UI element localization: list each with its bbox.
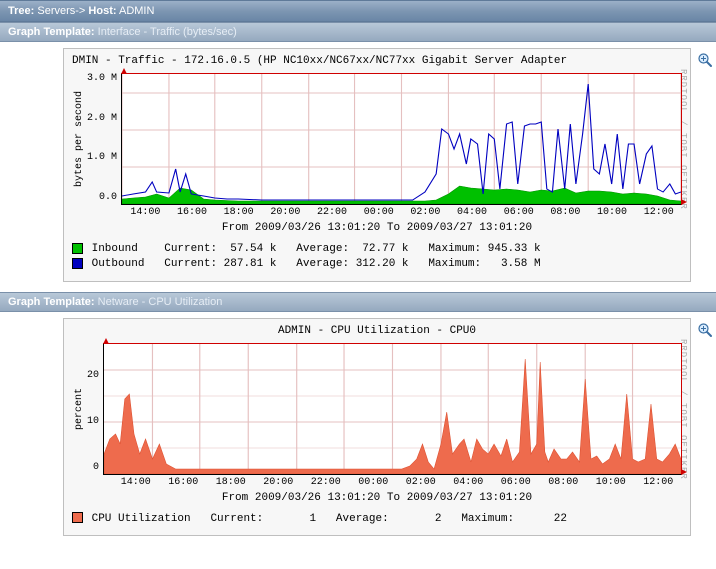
graph-cpu: RRDTOOL / TOBI OETIKER ADMIN - CPU Utili… [63, 318, 691, 536]
time-range: From 2009/03/26 13:01:20 To 2009/03/27 1… [72, 222, 682, 234]
graph-traffic: RRDTOOL / TOBI OETIKER DMIN - Traffic - … [63, 48, 691, 282]
time-range: From 2009/03/26 13:01:20 To 2009/03/27 1… [72, 492, 682, 504]
y-axis-label: bytes per second [72, 73, 87, 205]
y-axis-label: percent [72, 343, 87, 475]
legend-swatch-inbound [72, 243, 83, 254]
plot-area [103, 343, 682, 475]
legend-swatch-cpu [72, 512, 83, 523]
graph-row-cpu: RRDTOOL / TOBI OETIKER ADMIN - CPU Utili… [0, 312, 716, 546]
tree-value: Servers-> [37, 5, 85, 17]
host-value: ADMIN [119, 5, 154, 17]
zoom-icon[interactable] [697, 52, 713, 68]
template-label: Graph Template: [8, 26, 95, 38]
template-value: Interface - Traffic (bytes/sec) [98, 26, 237, 38]
legend: CPU Utilization Current: 1 Average: 2 Ma… [72, 512, 682, 527]
graph-title: ADMIN - CPU Utilization - CPU0 [72, 325, 682, 337]
breadcrumb: Tree: Servers-> Host: ADMIN [0, 0, 716, 22]
legend-swatch-outbound [72, 258, 83, 269]
graph-title: DMIN - Traffic - 172.16.0.5 (HP NC10xx/N… [72, 55, 682, 67]
y-ticks: 3.0 M 2.0 M 1.0 M 0.0 [87, 73, 121, 203]
x-ticks: 14:0016:0018:0020:0022:0000:0002:0004:00… [112, 475, 682, 488]
plot-area [121, 73, 682, 205]
zoom-icon[interactable] [697, 322, 713, 338]
template-label: Graph Template: [8, 296, 95, 308]
section-header-cpu: Graph Template: Netware - CPU Utilizatio… [0, 292, 716, 312]
host-label: Host: [88, 5, 116, 17]
x-ticks: 14:0016:0018:0020:0022:0000:0002:0004:00… [122, 205, 682, 218]
graph-row-traffic: RRDTOOL / TOBI OETIKER DMIN - Traffic - … [0, 42, 716, 292]
tree-label: Tree: [8, 5, 34, 17]
template-value: Netware - CPU Utilization [98, 296, 223, 308]
legend: Inbound Current: 57.54 k Average: 72.77 … [72, 242, 682, 273]
y-ticks: 20 10 0 [87, 343, 103, 473]
section-header-traffic: Graph Template: Interface - Traffic (byt… [0, 22, 716, 42]
